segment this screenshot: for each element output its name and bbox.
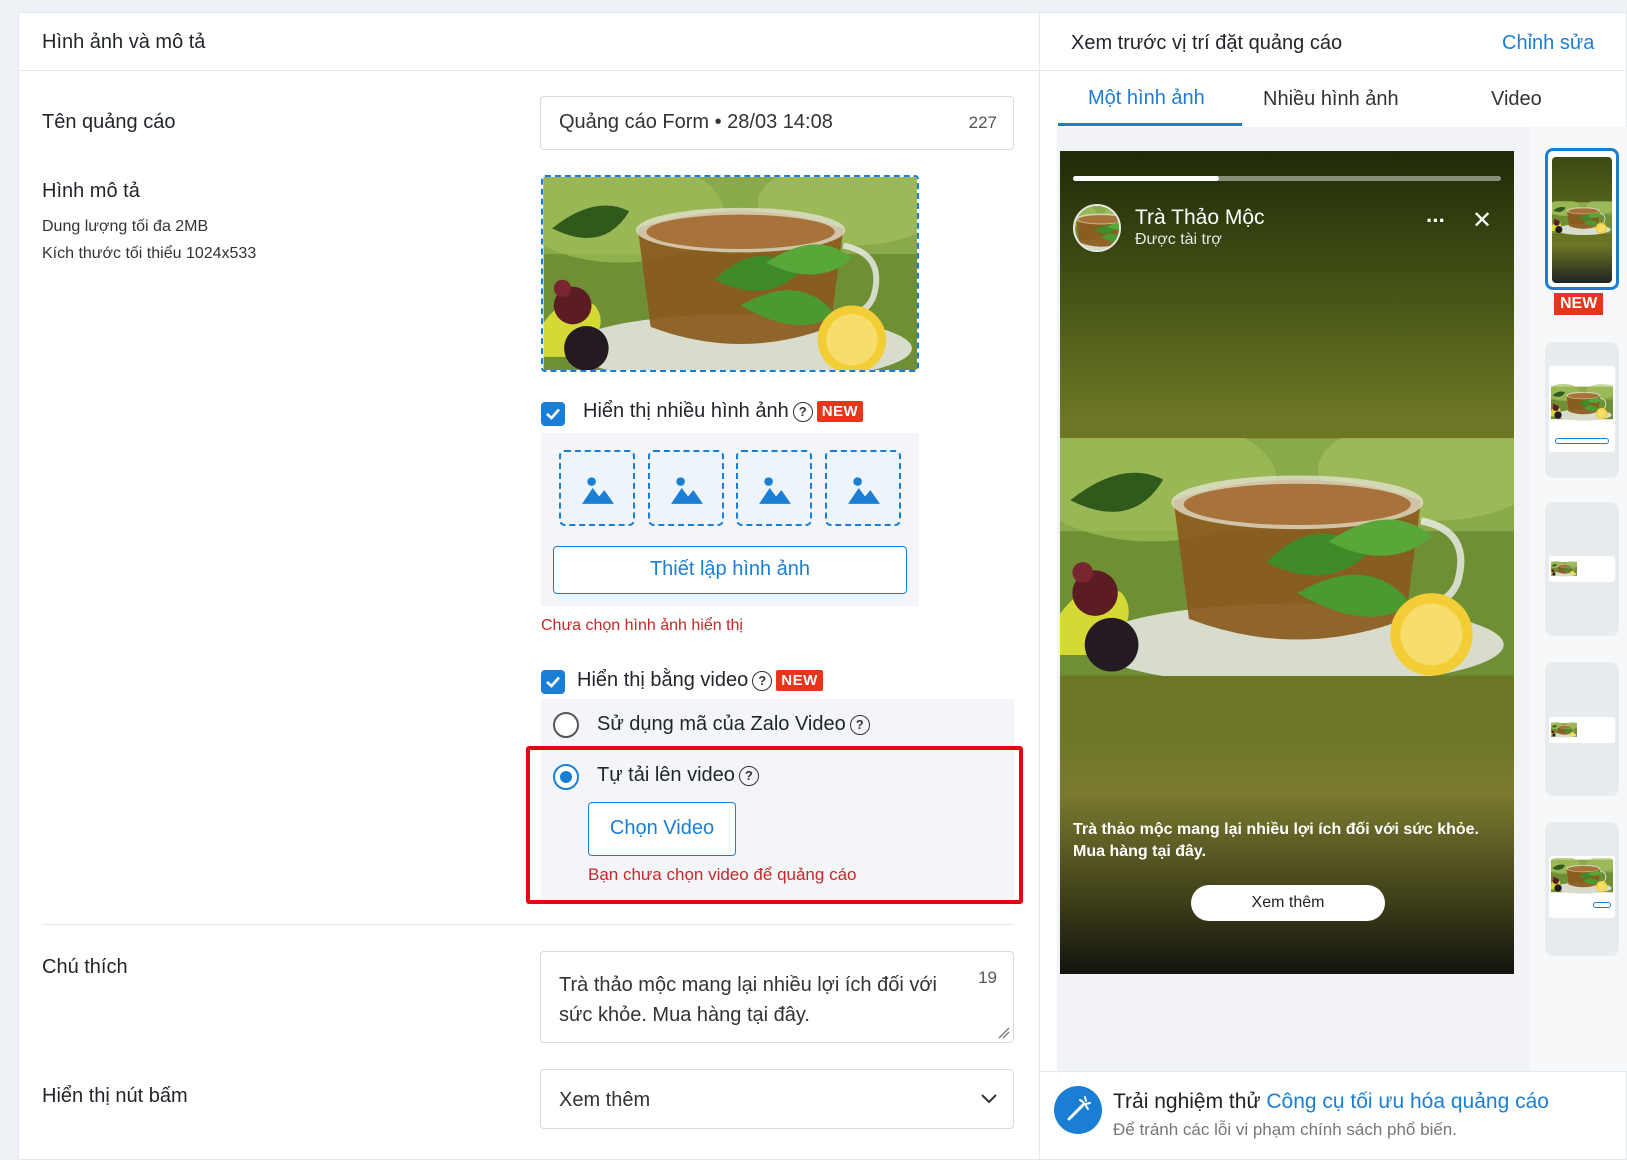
- placement-thumb-native[interactable]: [1545, 662, 1619, 796]
- tip-line: Trải nghiệm thử Công cụ tối ưu hóa quảng…: [1113, 1090, 1549, 1114]
- thumb-image: [1551, 721, 1577, 738]
- zalo-video-label: Sử dụng mã của Zalo Video: [597, 713, 846, 735]
- help-icon[interactable]: ?: [849, 714, 870, 735]
- image-slot-2[interactable]: [648, 450, 724, 526]
- brand-avatar: [1073, 204, 1121, 252]
- tab-single-image[interactable]: Một hình ảnh: [1088, 87, 1205, 110]
- tip-divider: [1040, 1071, 1627, 1072]
- thumb-cta: [1555, 438, 1609, 444]
- active-tab-indicator: [1058, 123, 1242, 126]
- video-row: Hiển thị bằng video? NEW: [577, 669, 823, 692]
- image-placeholder-icon: [759, 477, 791, 504]
- cta-value: Xem thêm: [559, 1089, 651, 1111]
- preview-header-divider: [1040, 70, 1627, 71]
- ad-image-upload[interactable]: [541, 175, 919, 372]
- thumb-image: [1552, 201, 1612, 235]
- new-badge: NEW: [816, 401, 864, 423]
- caption-count: 19: [978, 968, 997, 987]
- thumb-cta: [1593, 902, 1611, 908]
- check-icon: [546, 676, 560, 688]
- section-divider: [19, 70, 1039, 71]
- close-icon[interactable]: ✕: [1472, 206, 1492, 235]
- thumb-new-badge: NEW: [1554, 293, 1604, 315]
- upload-video-radio[interactable]: [553, 764, 579, 790]
- thumb-image: [1551, 383, 1613, 422]
- magic-wand-icon: [1054, 1086, 1102, 1134]
- thumb-feed-card: [1549, 366, 1615, 452]
- story-caption: Trà thảo mộc mang lại nhiều lợi ích đối …: [1073, 821, 1479, 860]
- ad-name-input[interactable]: Quảng cáo Form • 28/03 14:08 227: [540, 96, 1014, 150]
- story-progress-fill: [1073, 176, 1219, 181]
- thumb-article-card: [1549, 856, 1615, 918]
- multi-image-error: Chưa chọn hình ảnh hiển thị: [541, 617, 743, 634]
- help-icon[interactable]: ?: [792, 401, 813, 422]
- image-slot-1[interactable]: [559, 450, 635, 526]
- image-placeholder-icon: [848, 477, 880, 504]
- choose-video-button[interactable]: Chọn Video: [588, 802, 736, 856]
- thumb-image: [1551, 858, 1613, 894]
- optimizer-tool-link[interactable]: Công cụ tối ưu hóa quảng cáo: [1266, 1090, 1549, 1113]
- video-checkbox[interactable]: [541, 670, 565, 694]
- story-cta-button[interactable]: Xem thêm: [1191, 885, 1385, 921]
- panel-divider: [1039, 13, 1040, 1159]
- check-icon: [546, 408, 560, 420]
- placement-thumb-article[interactable]: [1545, 822, 1619, 956]
- image-slot-3[interactable]: [736, 450, 812, 526]
- thumb-native-card: [1549, 717, 1615, 743]
- cta-select[interactable]: Xem thêm: [540, 1069, 1014, 1129]
- chevron-down-icon: [981, 1094, 997, 1104]
- help-icon[interactable]: ?: [738, 765, 759, 786]
- section-title: Hình ảnh và mô tả: [42, 31, 206, 53]
- help-icon[interactable]: ?: [752, 670, 773, 691]
- video-error: Bạn chưa chọn video để quảng cáo: [588, 865, 857, 884]
- preview-title: Xem trước vị trí đặt quảng cáo: [1071, 32, 1343, 54]
- multi-image-label: Hiển thị nhiều hình ảnh: [583, 400, 789, 422]
- cta-label: Hiển thị nút bấm: [42, 1085, 188, 1107]
- new-badge: NEW: [776, 670, 823, 692]
- tip-prefix: Trải nghiệm thử: [1113, 1090, 1261, 1113]
- story-image-graphic: [1060, 438, 1514, 676]
- caption-divider: [42, 924, 1014, 925]
- setup-images-button[interactable]: Thiết lập hình ảnh: [553, 546, 907, 594]
- ad-name-count: 227: [968, 113, 997, 132]
- image-dimension-hint: Kích thước tối thiểu 1024x533: [42, 245, 257, 262]
- image-label: Hình mô tả: [42, 180, 140, 202]
- upload-video-label[interactable]: Tự tải lên video: [597, 764, 735, 786]
- brand-avatar-image: [1075, 206, 1119, 250]
- thumb-story-preview: [1552, 157, 1612, 283]
- image-placeholder-icon: [671, 477, 703, 504]
- ad-name-value: Quảng cáo Form • 28/03 14:08: [559, 111, 833, 133]
- caption-value: Trà thảo mộc mang lại nhiều lợi ích đối …: [559, 974, 937, 1026]
- upload-video-row: Tự tải lên video?: [597, 764, 759, 787]
- caption-textarea[interactable]: Trà thảo mộc mang lại nhiều lợi ích đối …: [540, 951, 1014, 1043]
- ad-name-label: Tên quảng cáo: [42, 111, 176, 133]
- sponsored-label: Được tài trợ: [1135, 231, 1222, 248]
- placement-thumb-banner[interactable]: [1545, 502, 1619, 636]
- ad-image: [543, 177, 919, 372]
- image-slot-4[interactable]: [825, 450, 901, 526]
- zalo-video-row: Sử dụng mã của Zalo Video?: [597, 713, 870, 736]
- tab-multi-image[interactable]: Nhiều hình ảnh: [1263, 88, 1399, 111]
- thumb-banner-card: [1549, 556, 1615, 582]
- tip-subtext: Để tránh các lỗi vi phạm chính sách phổ …: [1113, 1120, 1457, 1139]
- more-icon[interactable]: ···: [1426, 208, 1446, 234]
- multi-image-row: Hiển thị nhiều hình ảnh? NEW: [583, 400, 864, 423]
- zalo-video-radio[interactable]: [553, 712, 579, 738]
- caption-label: Chú thích: [42, 956, 128, 978]
- image-placeholder-icon: [582, 477, 614, 504]
- placement-thumb-story[interactable]: [1545, 148, 1619, 290]
- story-preview: Trà Thảo Mộc Được tài trợ ··· ✕ Trà thảo…: [1060, 151, 1514, 974]
- story-image: [1060, 438, 1514, 676]
- story-progress-track: [1073, 176, 1501, 181]
- image-size-hint: Dung lượng tối đa 2MB: [42, 218, 209, 235]
- thumb-image: [1551, 560, 1577, 577]
- multi-image-checkbox[interactable]: [541, 402, 565, 426]
- resize-handle-icon[interactable]: [998, 1027, 1010, 1039]
- brand-name: Trà Thảo Mộc: [1135, 206, 1265, 229]
- video-label: Hiển thị bằng video: [577, 669, 749, 691]
- edit-link[interactable]: Chỉnh sửa: [1502, 32, 1594, 55]
- tab-video[interactable]: Video: [1491, 88, 1542, 111]
- placement-thumb-feed[interactable]: [1545, 342, 1619, 478]
